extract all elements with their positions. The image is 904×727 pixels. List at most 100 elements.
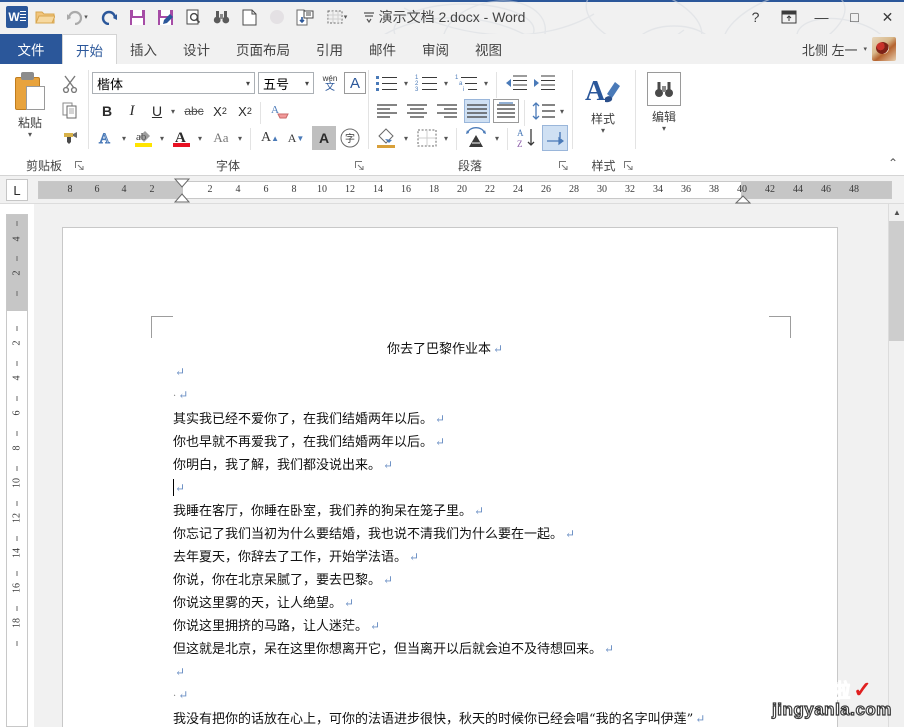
horizontal-ruler[interactable]: L 8 6 4 2 2 4 6 8 10 12 14 16 18 20 22 2… — [0, 176, 904, 204]
ribbon-tabs[interactable]: 文件 开始 插入 设计 页面布局 引用 邮件 审阅 视图 — [0, 34, 904, 64]
save-as-icon[interactable] — [152, 4, 178, 30]
highlight-caret-icon[interactable]: ▾ — [156, 126, 168, 150]
enclose-character-icon[interactable]: 字 — [338, 126, 362, 150]
increase-indent-icon[interactable] — [532, 72, 558, 94]
tab-insert[interactable]: 插入 — [117, 34, 170, 64]
tab-design[interactable]: 设计 — [170, 34, 223, 64]
sort-icon[interactable]: AZ — [514, 126, 540, 150]
document-text[interactable]: 你去了巴黎作业本 ↵ ↵ · ↵ 其实我已经不爱你了，在我们结婚两年以后。 ↵ 你也早… — [173, 338, 797, 727]
bullet-caret-icon[interactable]: ▾ — [400, 72, 412, 94]
find-icon[interactable] — [647, 72, 681, 106]
editing-button[interactable]: 编辑 ▾ — [641, 72, 687, 133]
subscript-button[interactable]: X2 — [209, 100, 231, 122]
grow-font-icon[interactable]: A ▲ — [258, 126, 282, 150]
new-document-icon[interactable] — [236, 4, 262, 30]
font-size-input[interactable]: 五号 ▾ — [258, 72, 314, 94]
vertical-ruler[interactable]: 4 2 2 4 6 8 10 12 14 16 18 — [6, 214, 28, 727]
tab-references[interactable]: 引用 — [303, 34, 356, 64]
insert-comment-icon[interactable] — [292, 4, 318, 30]
shrink-font-icon[interactable]: A ▼ — [284, 126, 308, 150]
copy-icon[interactable] — [56, 97, 84, 124]
line-spacing-icon[interactable] — [531, 100, 557, 122]
editing-caret-icon[interactable]: ▾ — [662, 125, 666, 133]
change-case-icon[interactable]: Aa — [208, 126, 234, 150]
align-center-icon[interactable] — [404, 100, 430, 122]
customize-qat-icon[interactable] — [356, 4, 382, 30]
maximize-button[interactable]: □ — [838, 2, 871, 32]
paste-button[interactable]: 粘贴 ▾ — [6, 68, 54, 156]
asian-layout-icon[interactable] — [463, 126, 491, 150]
numbered-list-icon[interactable]: 123 — [414, 72, 440, 94]
borders-caret-icon[interactable]: ▾ — [440, 126, 452, 150]
clear-formatting-icon[interactable]: A — [268, 100, 294, 122]
save-icon[interactable] — [124, 4, 150, 30]
vertical-scrollbar[interactable]: ▲ — [888, 204, 904, 727]
shading-caret-icon[interactable]: ▾ — [400, 126, 412, 150]
find-binoculars-icon[interactable] — [208, 4, 234, 30]
tab-review[interactable]: 审阅 — [409, 34, 462, 64]
paste-caret-icon[interactable]: ▾ — [28, 131, 32, 139]
table-icon[interactable]: ▾ — [320, 4, 354, 30]
avatar[interactable] — [872, 37, 896, 61]
justify-icon[interactable] — [464, 99, 490, 123]
font-name-input[interactable]: 楷体 ▾ — [92, 72, 255, 94]
window-controls[interactable]: ? — □ ✕ — [739, 0, 904, 34]
numbered-caret-icon[interactable]: ▾ — [440, 72, 452, 94]
styles-button[interactable]: A 样式 ▾ — [580, 72, 626, 135]
highlight-color-icon[interactable]: ab — [132, 126, 156, 150]
strikethrough-button[interactable]: abc — [181, 100, 207, 122]
collapse-ribbon-button[interactable]: ⌃ — [888, 156, 898, 170]
chevron-down-icon[interactable]: ▾ — [863, 45, 867, 53]
help-button[interactable]: ? — [739, 2, 772, 32]
chevron-down-icon[interactable]: ▾ — [305, 79, 309, 88]
phonetic-guide-icon[interactable]: wén 文 — [319, 72, 341, 94]
first-line-indent-marker[interactable] — [174, 178, 190, 188]
scroll-up-button[interactable]: ▲ — [889, 204, 904, 221]
redo-icon[interactable] — [96, 4, 122, 30]
character-shading-icon[interactable]: A — [312, 126, 336, 150]
document-page[interactable]: 你去了巴黎作业本 ↵ ↵ · ↵ 其实我已经不爱你了，在我们结婚两年以后。 ↵ 你也早… — [62, 227, 838, 727]
superscript-button[interactable]: X2 — [234, 100, 256, 122]
cut-icon[interactable] — [56, 70, 84, 97]
format-painter-icon[interactable] — [56, 124, 84, 151]
align-left-icon[interactable] — [374, 100, 400, 122]
tab-mailings[interactable]: 邮件 — [356, 34, 409, 64]
bullet-list-icon[interactable] — [374, 72, 400, 94]
quick-access-toolbar[interactable]: W ▾ ▾ — [0, 0, 382, 34]
user-account[interactable]: 北侧 左一 ▾ — [802, 34, 896, 64]
character-border-icon[interactable]: A — [344, 72, 366, 94]
shading-icon[interactable] — [374, 126, 400, 150]
tab-home[interactable]: 开始 — [62, 34, 117, 64]
align-right-icon[interactable] — [434, 100, 460, 122]
chevron-down-icon[interactable]: ▾ — [246, 79, 250, 88]
scrollbar-thumb[interactable] — [889, 221, 904, 341]
ribbon-display-options-icon[interactable] — [772, 2, 805, 32]
change-case-caret-icon[interactable]: ▾ — [234, 126, 246, 150]
font-color-caret-icon[interactable]: ▾ — [194, 126, 206, 150]
paragraph-dialog-launcher[interactable] — [559, 161, 568, 172]
asian-layout-caret-icon[interactable]: ▾ — [491, 126, 503, 150]
font-dialog-launcher[interactable] — [355, 161, 364, 172]
document-canvas[interactable]: 你去了巴黎作业本 ↵ ↵ · ↵ 其实我已经不爱你了，在我们结婚两年以后。 ↵ 你也早… — [34, 204, 888, 727]
multilevel-caret-icon[interactable]: ▾ — [480, 72, 492, 94]
minimize-button[interactable]: — — [805, 2, 838, 32]
bold-button[interactable]: B — [96, 100, 118, 122]
multilevel-list-icon[interactable]: 1ai — [454, 72, 480, 94]
tab-stop-selector[interactable]: L — [6, 179, 28, 201]
text-effects-caret-icon[interactable]: ▾ — [118, 126, 130, 150]
borders-icon[interactable] — [414, 126, 440, 150]
tab-file[interactable]: 文件 — [0, 34, 62, 64]
close-button[interactable]: ✕ — [871, 2, 904, 32]
ruler-track[interactable]: 8 6 4 2 2 4 6 8 10 12 14 16 18 20 22 24 … — [38, 181, 892, 199]
show-formatting-marks-icon[interactable] — [542, 125, 568, 151]
styles-dialog-launcher[interactable] — [624, 161, 633, 172]
hanging-indent-marker[interactable] — [174, 193, 190, 203]
tab-view[interactable]: 视图 — [462, 34, 515, 64]
clipboard-dialog-launcher[interactable] — [75, 161, 84, 172]
print-preview-icon[interactable] — [180, 4, 206, 30]
font-color-icon[interactable]: A — [170, 126, 194, 150]
right-indent-marker[interactable] — [735, 195, 751, 204]
distribute-icon[interactable] — [493, 99, 519, 123]
styles-caret-icon[interactable]: ▾ — [601, 127, 605, 135]
tab-page-layout[interactable]: 页面布局 — [223, 34, 303, 64]
